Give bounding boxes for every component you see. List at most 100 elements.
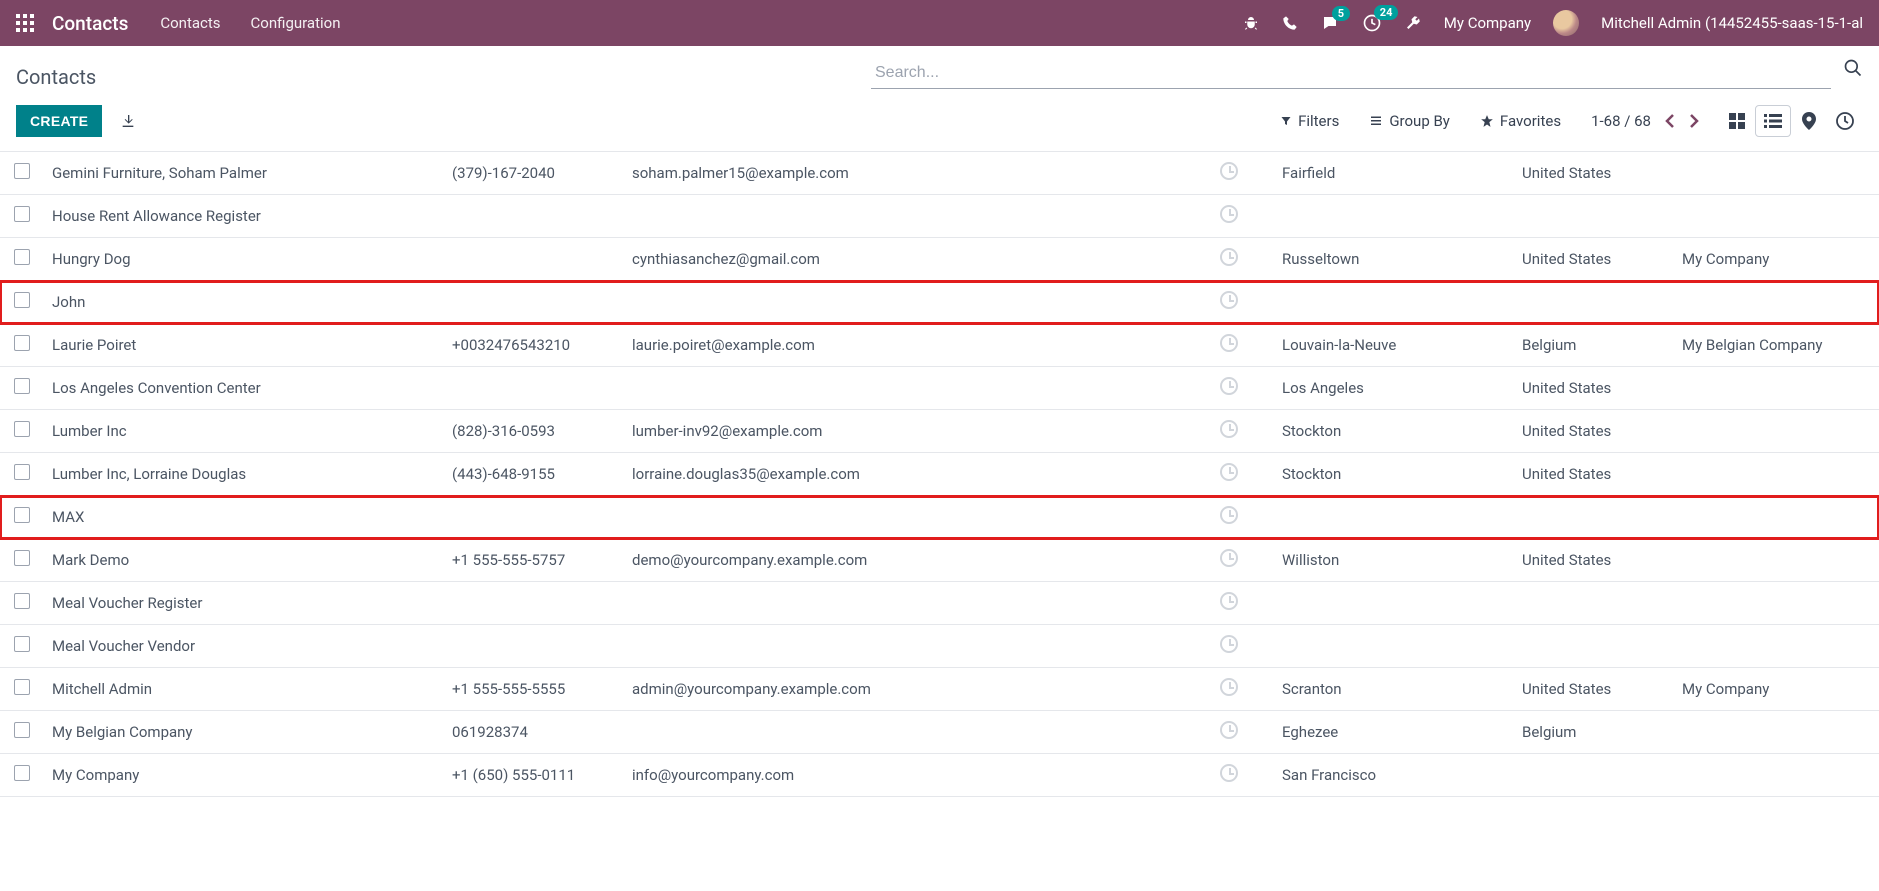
cell-phone [444, 238, 624, 281]
table-row[interactable]: Los Angeles Convention CenterLos Angeles… [0, 367, 1879, 410]
cell-company [1674, 496, 1879, 539]
table-row[interactable]: House Rent Allowance Register [0, 195, 1879, 238]
cell-name: MAX [44, 496, 444, 539]
row-checkbox[interactable] [14, 593, 30, 609]
row-checkbox[interactable] [14, 765, 30, 781]
row-checkbox[interactable] [14, 421, 30, 437]
table-row[interactable]: My Belgian Company061928374EghezeeBelgiu… [0, 711, 1879, 754]
cell-phone [444, 625, 624, 668]
cell-country: United States [1514, 668, 1674, 711]
clock-icon[interactable] [1220, 248, 1238, 266]
cell-company [1674, 582, 1879, 625]
create-button[interactable]: CREATE [16, 105, 102, 137]
row-checkbox[interactable] [14, 249, 30, 265]
cell-company [1674, 281, 1879, 324]
view-kanban[interactable] [1719, 105, 1755, 137]
table-row[interactable]: MAX [0, 496, 1879, 539]
favorites-button[interactable]: Favorites [1480, 112, 1561, 130]
cell-email: laurie.poiret@example.com [624, 324, 1044, 367]
row-checkbox[interactable] [14, 507, 30, 523]
clock-icon[interactable] [1220, 205, 1238, 223]
clock-icon[interactable] [1220, 377, 1238, 395]
search-icon[interactable] [1843, 58, 1863, 89]
phone-icon[interactable] [1282, 15, 1298, 31]
messaging-icon[interactable]: 5 [1320, 14, 1340, 32]
funnel-icon [1280, 115, 1292, 127]
row-checkbox[interactable] [14, 550, 30, 566]
user-menu[interactable]: Mitchell Admin (14452455-saas-15-1-al [1601, 14, 1863, 32]
search-input[interactable] [871, 58, 1831, 89]
table-row[interactable]: Gemini Furniture, Soham Palmer(379)-167-… [0, 152, 1879, 195]
cell-name: Hungry Dog [44, 238, 444, 281]
table-row[interactable]: My Company+1 (650) 555-0111info@yourcomp… [0, 754, 1879, 797]
row-checkbox[interactable] [14, 722, 30, 738]
clock-icon[interactable] [1220, 506, 1238, 524]
clock-icon[interactable] [1220, 162, 1238, 180]
cell-phone [444, 281, 624, 324]
table-row[interactable]: Mark Demo+1 555-555-5757demo@yourcompany… [0, 539, 1879, 582]
pager-text: 1-68 / 68 [1591, 112, 1651, 130]
nav-contacts[interactable]: Contacts [160, 14, 220, 32]
pager-prev[interactable] [1665, 113, 1675, 129]
avatar[interactable] [1553, 10, 1579, 36]
cell-city: Williston [1274, 539, 1514, 582]
company-switcher[interactable]: My Company [1444, 14, 1531, 32]
cell-country: United States [1514, 367, 1674, 410]
clock-icon[interactable] [1220, 463, 1238, 481]
clock-icon[interactable] [1220, 678, 1238, 696]
cell-company [1674, 539, 1879, 582]
row-checkbox[interactable] [14, 292, 30, 308]
pager-next[interactable] [1689, 113, 1699, 129]
cell-name: John [44, 281, 444, 324]
view-activity[interactable] [1827, 105, 1863, 137]
cell-name: Gemini Furniture, Soham Palmer [44, 152, 444, 195]
app-brand[interactable]: Contacts [52, 12, 128, 35]
cell-name: Meal Voucher Register [44, 582, 444, 625]
table-row[interactable]: John [0, 281, 1879, 324]
table-row[interactable]: Meal Voucher Register [0, 582, 1879, 625]
table-row[interactable]: Hungry Dogcynthiasanchez@gmail.comRussel… [0, 238, 1879, 281]
activity-icon[interactable]: 24 [1362, 13, 1382, 33]
table-row[interactable]: Meal Voucher Vendor [0, 625, 1879, 668]
clock-icon[interactable] [1220, 420, 1238, 438]
cell-city: Eghezee [1274, 711, 1514, 754]
clock-icon[interactable] [1220, 549, 1238, 567]
row-checkbox[interactable] [14, 679, 30, 695]
apps-icon[interactable] [16, 14, 34, 32]
clock-icon[interactable] [1220, 635, 1238, 653]
import-icon[interactable] [120, 113, 136, 129]
nav-configuration[interactable]: Configuration [251, 14, 341, 32]
cell-email [624, 582, 1044, 625]
cell-phone: (379)-167-2040 [444, 152, 624, 195]
row-checkbox[interactable] [14, 378, 30, 394]
cell-email: info@yourcompany.com [624, 754, 1044, 797]
groupby-button[interactable]: Group By [1369, 112, 1450, 130]
row-checkbox[interactable] [14, 163, 30, 179]
row-checkbox[interactable] [14, 206, 30, 222]
table-row[interactable]: Laurie Poiret+0032476543210laurie.poiret… [0, 324, 1879, 367]
table-row[interactable]: Lumber Inc(828)-316-0593lumber-inv92@exa… [0, 410, 1879, 453]
wrench-icon[interactable] [1404, 14, 1422, 32]
row-checkbox[interactable] [14, 636, 30, 652]
topbar: Contacts Contacts Configuration 5 24 My … [0, 0, 1879, 46]
bug-icon[interactable] [1242, 14, 1260, 32]
cell-name: Lumber Inc [44, 410, 444, 453]
messaging-badge: 5 [1332, 6, 1350, 21]
clock-icon[interactable] [1220, 334, 1238, 352]
view-list[interactable] [1755, 105, 1791, 137]
filters-button[interactable]: Filters [1280, 112, 1339, 130]
clock-icon[interactable] [1220, 592, 1238, 610]
groupby-label: Group By [1389, 112, 1450, 130]
clock-icon[interactable] [1220, 764, 1238, 782]
row-checkbox[interactable] [14, 335, 30, 351]
clock-icon[interactable] [1220, 291, 1238, 309]
cell-name: Laurie Poiret [44, 324, 444, 367]
table-row[interactable]: Lumber Inc, Lorraine Douglas(443)-648-91… [0, 453, 1879, 496]
table-row[interactable]: Mitchell Admin+1 555-555-5555admin@yourc… [0, 668, 1879, 711]
row-checkbox[interactable] [14, 464, 30, 480]
cell-country [1514, 754, 1674, 797]
view-map[interactable] [1791, 105, 1827, 137]
clock-icon[interactable] [1220, 721, 1238, 739]
cell-country: United States [1514, 410, 1674, 453]
cell-company [1674, 711, 1879, 754]
